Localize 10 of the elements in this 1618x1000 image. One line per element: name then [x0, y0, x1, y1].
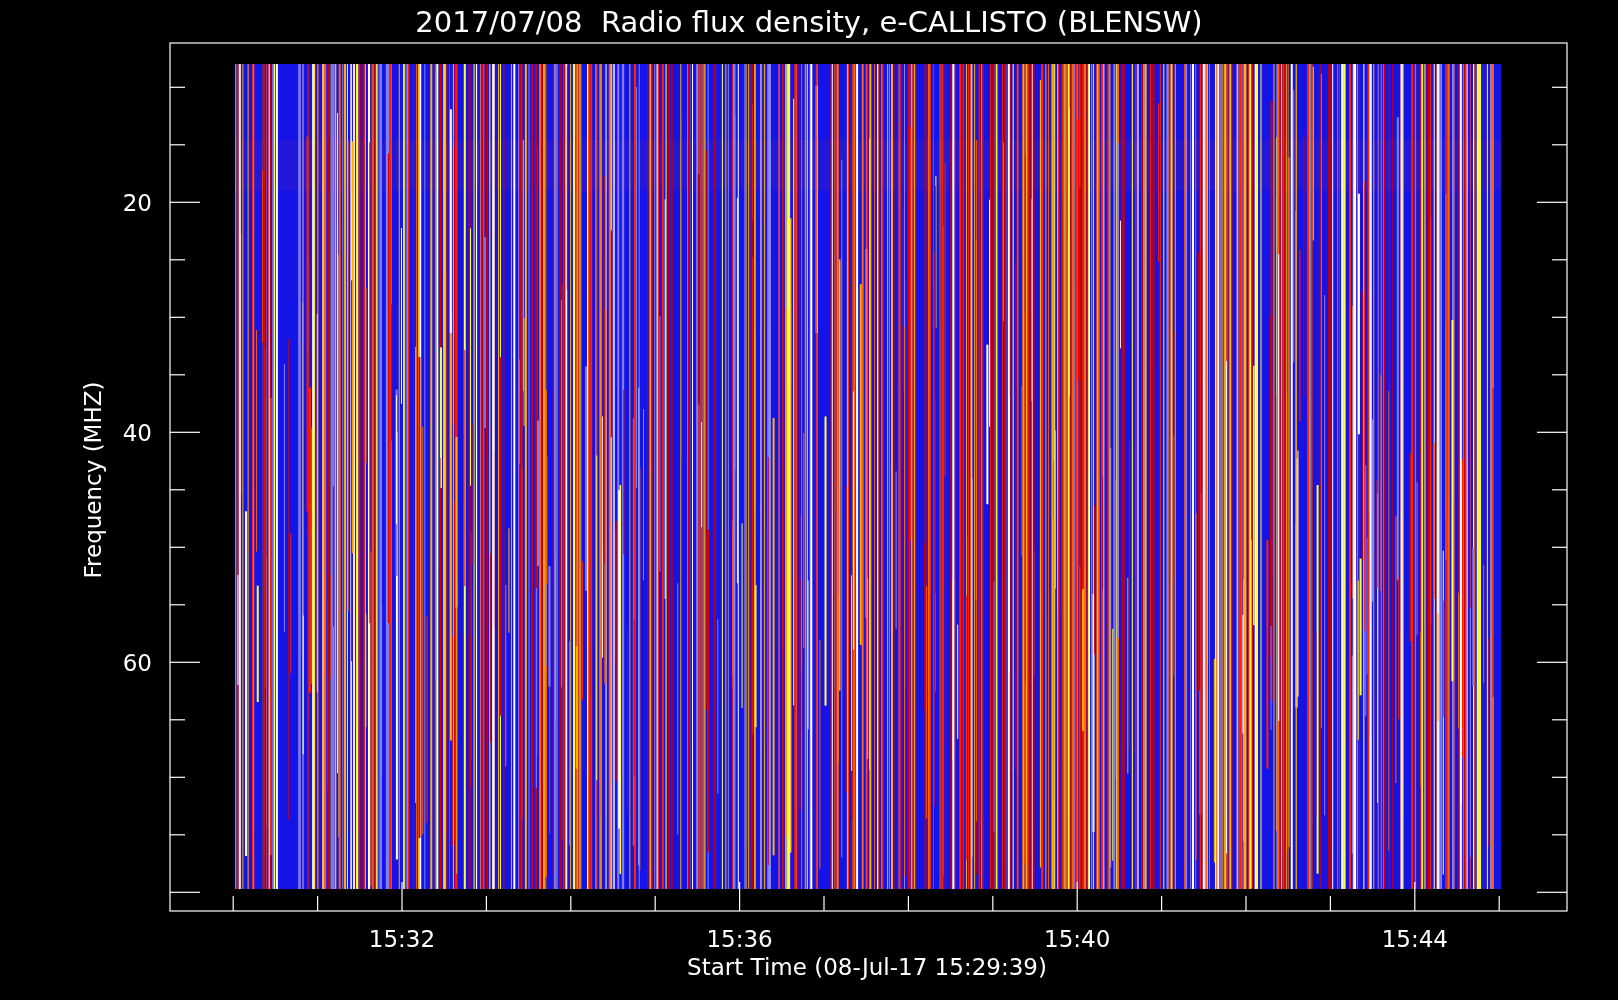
x-tick-label: 15:36: [706, 926, 773, 952]
y-axis-label: Frequency (MHZ): [80, 381, 106, 579]
x-tick-label: 15:44: [1381, 926, 1448, 952]
x-tick-label: 15:32: [368, 926, 436, 952]
chart-title: 2017/07/08 Radio flux density, e-CALLISTO (BLENSW): [415, 5, 1203, 39]
y-tick-label: 40: [122, 420, 152, 447]
y-tick-label: 60: [122, 650, 152, 677]
y-tick-label: 20: [122, 190, 152, 217]
x-axis-label: Start Time (08-Jul-17 15:29:39): [687, 954, 1047, 980]
x-tick-label: 15:40: [1044, 926, 1111, 952]
